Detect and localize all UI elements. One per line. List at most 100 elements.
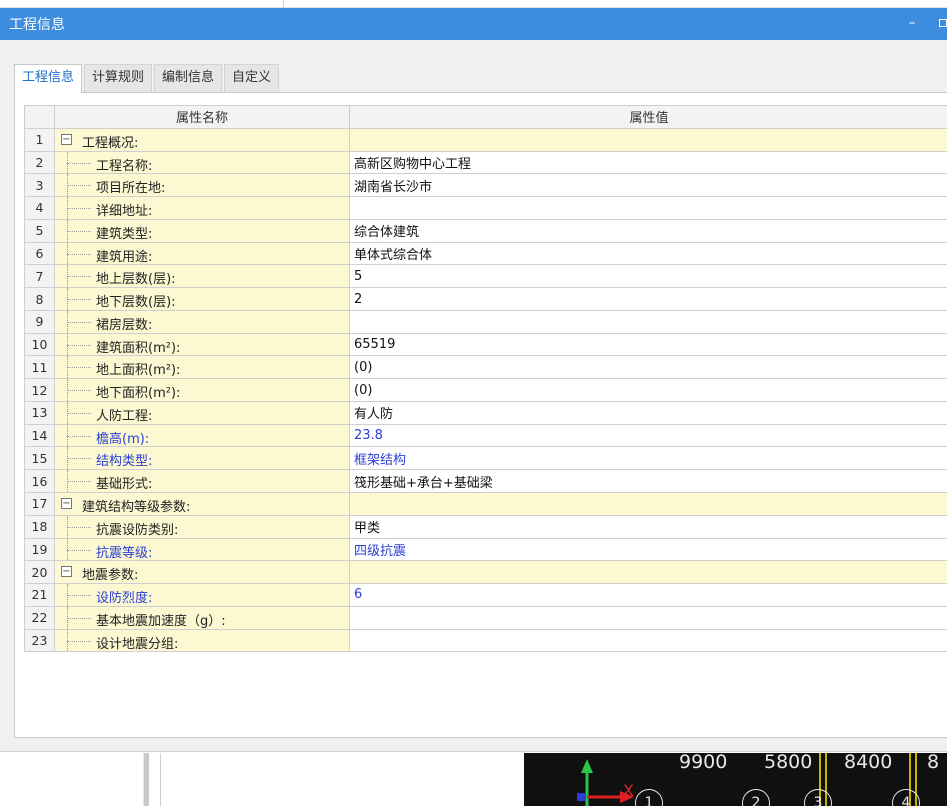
property-value-cell[interactable]: 筏形基础+承台+基础梁 — [349, 469, 947, 494]
property-value-cell[interactable]: 23.8 — [349, 423, 947, 448]
row-number: 22 — [24, 605, 55, 630]
property-value-cell[interactable]: 5 — [349, 264, 947, 289]
property-name-cell[interactable]: 工程名称: — [54, 150, 350, 175]
cad-dimension-4: 8 — [927, 753, 940, 773]
property-value-cell[interactable]: 四级抗震 — [349, 537, 947, 562]
property-value-cell[interactable]: 65519 — [349, 332, 947, 357]
cad-viewport[interactable]: X 9900 5800 8400 8 1 2 3 4 — [524, 753, 947, 806]
table-row[interactable]: 2 工程名称: 高新区购物中心工程 — [24, 150, 947, 175]
tab-project-info[interactable]: 工程信息 — [14, 64, 83, 93]
table-row[interactable]: 18 抗震设防类别: 甲类 — [24, 514, 947, 539]
property-name-cell[interactable]: 地上层数(层): — [54, 264, 350, 289]
property-name-cell[interactable]: 设计地震分组: — [54, 628, 350, 653]
collapse-icon[interactable]: − — [61, 133, 72, 145]
property-name-cell[interactable]: 人防工程: — [54, 400, 350, 425]
property-name: 设防烈度: — [96, 591, 153, 607]
tree-branch — [67, 276, 91, 278]
property-name-cell[interactable]: 地下面积(m²): — [54, 378, 350, 402]
table-row[interactable]: 17− 建筑结构等级参数: — [24, 492, 947, 516]
property-value-cell[interactable]: 甲类 — [349, 514, 947, 539]
property-name-cell[interactable]: 结构类型: — [54, 446, 350, 471]
table-row[interactable]: 16 基础形式: 筏形基础+承台+基础梁 — [24, 469, 947, 494]
collapse-icon[interactable]: − — [61, 498, 72, 510]
tab-calculation-rules[interactable]: 计算规则 — [84, 64, 153, 92]
property-value-cell[interactable] — [349, 196, 947, 220]
property-name-cell[interactable]: − 建筑结构等级参数: — [54, 492, 350, 516]
property-value-cell[interactable]: (0) — [349, 378, 947, 402]
property-name-cell[interactable]: 基本地震加速度（g）: — [54, 605, 350, 630]
restore-button[interactable] — [936, 18, 947, 28]
splitter[interactable] — [143, 753, 149, 806]
table-row[interactable]: 3 项目所在地: 湖南省长沙市 — [24, 173, 947, 198]
table-row[interactable]: 20− 地震参数: — [24, 560, 947, 585]
row-number: 15 — [24, 446, 55, 471]
property-name-cell[interactable]: 设防烈度: — [54, 583, 350, 607]
property-name-cell[interactable]: 建筑用途: — [54, 241, 350, 266]
table-header-row: 属性名称 属性值 — [24, 105, 947, 129]
property-name-cell[interactable]: 建筑面积(m²): — [54, 332, 350, 357]
tab-custom[interactable]: 自定义 — [224, 64, 280, 92]
property-name: 结构类型: — [96, 454, 153, 470]
property-value-cell[interactable]: 高新区购物中心工程 — [349, 150, 947, 175]
property-name-cell[interactable]: − 工程概况: — [54, 127, 350, 152]
property-value-cell[interactable] — [349, 560, 947, 585]
header-property-name[interactable]: 属性名称 — [54, 105, 350, 129]
table-row[interactable]: 14 檐高(m): 23.8 — [24, 423, 947, 448]
table-row[interactable]: 22 基本地震加速度（g）: — [24, 605, 947, 630]
table-row[interactable]: 9 裙房层数: — [24, 309, 947, 334]
property-name: 建筑用途: — [96, 249, 153, 265]
property-value-cell[interactable] — [349, 628, 947, 653]
collapse-icon[interactable]: − — [61, 566, 72, 578]
tab-compilation-info[interactable]: 编制信息 — [154, 64, 223, 92]
property-value-cell[interactable]: 综合体建筑 — [349, 218, 947, 243]
tree-branch — [67, 617, 91, 619]
property-value-cell[interactable]: 有人防 — [349, 400, 947, 425]
property-value-cell[interactable] — [349, 309, 947, 334]
property-name-cell[interactable]: 地上面积(m²): — [54, 355, 350, 380]
table-row[interactable]: 1− 工程概况: — [24, 127, 947, 152]
tree-branch — [67, 481, 91, 483]
table-row[interactable]: 21 设防烈度: 6 — [24, 583, 947, 607]
table-row[interactable]: 23 设计地震分组: — [24, 628, 947, 653]
property-name-cell[interactable]: 地下层数(层): — [54, 287, 350, 311]
property-value-cell[interactable]: 单体式综合体 — [349, 241, 947, 266]
property-value-cell[interactable] — [349, 492, 947, 516]
table-row[interactable]: 13 人防工程: 有人防 — [24, 400, 947, 425]
table-row[interactable]: 7 地上层数(层): 5 — [24, 264, 947, 289]
property-name-cell[interactable]: 抗震等级: — [54, 537, 350, 562]
property-value-cell[interactable]: 湖南省长沙市 — [349, 173, 947, 198]
tree-branch — [67, 253, 91, 255]
table-row[interactable]: 8 地下层数(层): 2 — [24, 287, 947, 311]
table-row[interactable]: 10 建筑面积(m²): 65519 — [24, 332, 947, 357]
minimize-button[interactable]: – — [902, 12, 922, 34]
table-row[interactable]: 6 建筑用途: 单体式综合体 — [24, 241, 947, 266]
property-value-cell[interactable]: (0) — [349, 355, 947, 380]
property-name-cell[interactable]: 抗震设防类别: — [54, 514, 350, 539]
property-name-cell[interactable]: − 地震参数: — [54, 560, 350, 585]
property-value-cell[interactable]: 6 — [349, 583, 947, 607]
property-name: 地下层数(层): — [96, 295, 176, 311]
property-name-cell[interactable]: 裙房层数: — [54, 309, 350, 334]
table-row[interactable]: 12 地下面积(m²): (0) — [24, 378, 947, 402]
dialog-titlebar[interactable]: 工程信息 – — [0, 8, 947, 40]
header-property-value[interactable]: 属性值 — [349, 105, 947, 129]
property-name-cell[interactable]: 详细地址: — [54, 196, 350, 220]
table-row[interactable]: 19 抗震等级: 四级抗震 — [24, 537, 947, 562]
tree-branch — [67, 208, 91, 210]
tree-branch — [67, 299, 91, 301]
table-row[interactable]: 11 地上面积(m²): (0) — [24, 355, 947, 380]
property-value-cell[interactable] — [349, 127, 947, 152]
row-number: 10 — [24, 332, 55, 357]
property-table: 属性名称 属性值 1− 工程概况: 2 工程名称: 高新区购物中心工程 3 项目所在地: 湖南… — [24, 105, 947, 653]
property-name-cell[interactable]: 基础形式: — [54, 469, 350, 494]
table-row[interactable]: 15 结构类型: 框架结构 — [24, 446, 947, 471]
table-row[interactable]: 5 建筑类型: 综合体建筑 — [24, 218, 947, 243]
tab-panel: 属性名称 属性值 1− 工程概况: 2 工程名称: 高新区购物中心工程 3 项目所在地: 湖南… — [14, 92, 947, 738]
property-name-cell[interactable]: 檐高(m): — [54, 423, 350, 448]
property-name-cell[interactable]: 项目所在地: — [54, 173, 350, 198]
property-value-cell[interactable] — [349, 605, 947, 630]
property-value-cell[interactable]: 框架结构 — [349, 446, 947, 471]
property-value-cell[interactable]: 2 — [349, 287, 947, 311]
table-row[interactable]: 4 详细地址: — [24, 196, 947, 220]
property-name-cell[interactable]: 建筑类型: — [54, 218, 350, 243]
